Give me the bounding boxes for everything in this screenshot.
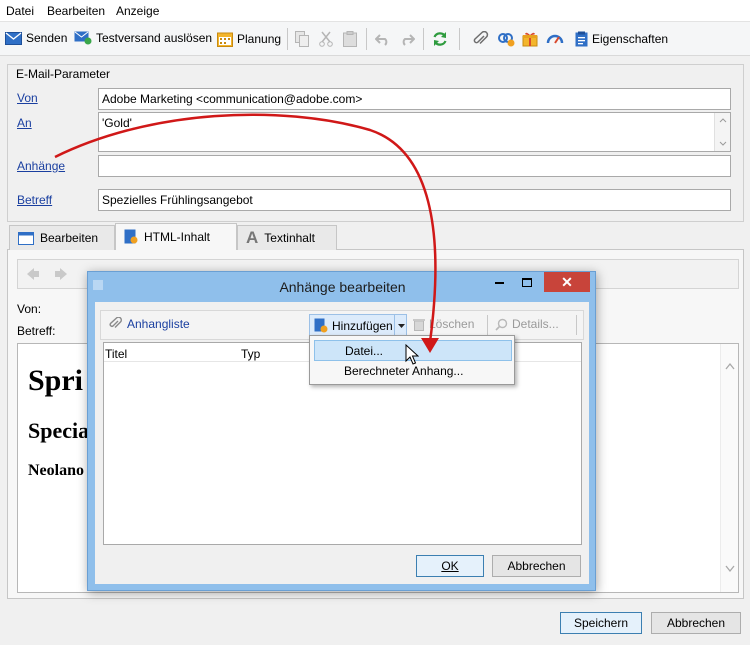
tab-text-content-label: Textinhalt — [264, 231, 315, 245]
menu-item-file-label: Datei... — [345, 344, 384, 358]
menu-datei[interactable]: Datei — [6, 4, 34, 18]
subject-link[interactable]: Betreff — [17, 193, 52, 207]
save-button[interactable]: Speichern — [560, 612, 642, 634]
undo-icon[interactable] — [374, 30, 392, 48]
planning-label: Planung — [237, 32, 282, 46]
details-button[interactable]: Details... — [495, 317, 559, 331]
separator — [287, 28, 288, 50]
separator — [487, 315, 488, 335]
test-send-label: Testversand auslösen — [96, 31, 213, 45]
link-icon[interactable] — [497, 30, 515, 48]
to-value: 'Gold' — [102, 116, 132, 130]
email-params-title: E-Mail-Parameter — [14, 67, 113, 81]
maximize-button[interactable] — [514, 272, 540, 292]
preview-heading-3: Neolano — [28, 462, 84, 479]
from-link[interactable]: Von — [17, 91, 38, 105]
preview-scrollbar[interactable] — [720, 344, 738, 592]
gauge-icon[interactable] — [546, 30, 564, 48]
send-label: Senden — [26, 31, 68, 45]
save-label: Speichern — [573, 616, 629, 630]
tab-html-content-label: HTML-Inhalt — [144, 230, 211, 244]
attachment-icon[interactable] — [472, 30, 490, 48]
to-scrollbar[interactable] — [714, 113, 730, 151]
tab-text-content[interactable]: A Textinhalt — [237, 225, 337, 250]
separator — [576, 315, 577, 335]
separator — [459, 28, 460, 50]
menu-bar: Datei Bearbeiten Anzeige — [0, 0, 750, 22]
dialog-cancel-button[interactable]: Abbrechen — [492, 555, 581, 577]
back-arrow-icon[interactable] — [26, 267, 40, 281]
magnifier-icon — [495, 318, 508, 331]
attachments-link[interactable]: Anhänge — [17, 159, 65, 173]
calendar-icon — [217, 32, 233, 47]
ok-label: OK — [441, 559, 459, 573]
add-file-icon — [314, 318, 328, 333]
cut-icon[interactable] — [317, 30, 335, 48]
add-button[interactable]: Hinzufügen — [309, 314, 407, 337]
to-link[interactable]: An — [17, 116, 32, 130]
delete-label: Löschen — [429, 317, 475, 331]
to-field[interactable]: 'Gold' — [98, 112, 731, 152]
letter-a-icon: A — [246, 228, 259, 247]
ok-button[interactable]: OK — [416, 555, 484, 577]
attachments-field[interactable] — [98, 155, 731, 177]
paperclip-icon — [109, 317, 123, 328]
gift-icon[interactable] — [521, 30, 539, 48]
tab-bearbeiten[interactable]: Bearbeiten — [9, 225, 115, 250]
clipboard-icon — [575, 31, 588, 47]
details-label: Details... — [512, 317, 559, 331]
add-label: Hinzufügen — [332, 318, 393, 333]
properties-label: Eigenschaften — [592, 32, 669, 46]
preview-subject-label: Betreff: — [17, 324, 56, 338]
cancel-label: Abbrechen — [666, 616, 726, 630]
maximize-icon — [522, 277, 532, 287]
test-envelope-icon — [74, 31, 92, 45]
tab-html-content[interactable]: HTML-Inhalt — [115, 223, 237, 250]
toolbar: Senden Testversand auslösen Planung Eige… — [0, 22, 750, 56]
dialog-cancel-label: Abbrechen — [507, 559, 566, 573]
column-title[interactable]: Titel — [105, 347, 127, 361]
html-icon — [124, 229, 138, 244]
preview-from-label: Von: — [17, 302, 42, 316]
chevron-down-icon[interactable] — [394, 315, 407, 336]
redo-icon[interactable] — [398, 30, 416, 48]
planning-button[interactable]: Planung — [217, 31, 281, 47]
envelope-icon — [5, 31, 22, 45]
cancel-button[interactable]: Abbrechen — [651, 612, 741, 634]
column-type[interactable]: Typ — [241, 347, 260, 361]
refresh-icon[interactable] — [431, 30, 449, 48]
subject-field[interactable]: Spezielles Frühlingsangebot — [98, 189, 731, 211]
separator — [423, 28, 424, 50]
menu-anzeige[interactable]: Anzeige — [116, 4, 159, 18]
close-icon: ✕ — [561, 273, 573, 290]
window-icon — [18, 231, 34, 245]
attachment-list-button[interactable]: Anhangliste — [109, 317, 190, 331]
minimize-icon — [494, 282, 504, 284]
attachment-list-label: Anhangliste — [127, 317, 190, 331]
cursor-icon — [405, 344, 419, 365]
separator — [366, 28, 367, 50]
attachments-dialog: Anhänge bearbeiten ✕ Anhangliste Hinzufü… — [87, 271, 596, 591]
close-button[interactable]: ✕ — [544, 272, 590, 292]
content-tabs: Bearbeiten HTML-Inhalt A Textinhalt — [7, 223, 744, 250]
from-field[interactable]: Adobe Marketing <communication@adobe.com… — [98, 88, 731, 110]
trash-icon — [413, 318, 425, 331]
paste-icon[interactable] — [341, 30, 359, 48]
send-button[interactable]: Senden — [5, 31, 67, 45]
test-send-button[interactable]: Testversand auslösen — [74, 31, 212, 45]
tab-bearbeiten-label: Bearbeiten — [40, 231, 99, 245]
delete-button[interactable]: Löschen — [413, 317, 474, 331]
properties-button[interactable]: Eigenschaften — [575, 31, 668, 47]
preview-heading-2: Specia — [28, 418, 90, 443]
menu-bearbeiten[interactable]: Bearbeiten — [47, 4, 105, 18]
minimize-button[interactable] — [486, 272, 512, 292]
preview-heading-1: Spri — [28, 364, 84, 397]
copy-icon[interactable] — [293, 30, 311, 48]
forward-arrow-icon[interactable] — [54, 267, 68, 281]
menu-item-computed-label: Berechneter Anhang... — [344, 364, 464, 378]
